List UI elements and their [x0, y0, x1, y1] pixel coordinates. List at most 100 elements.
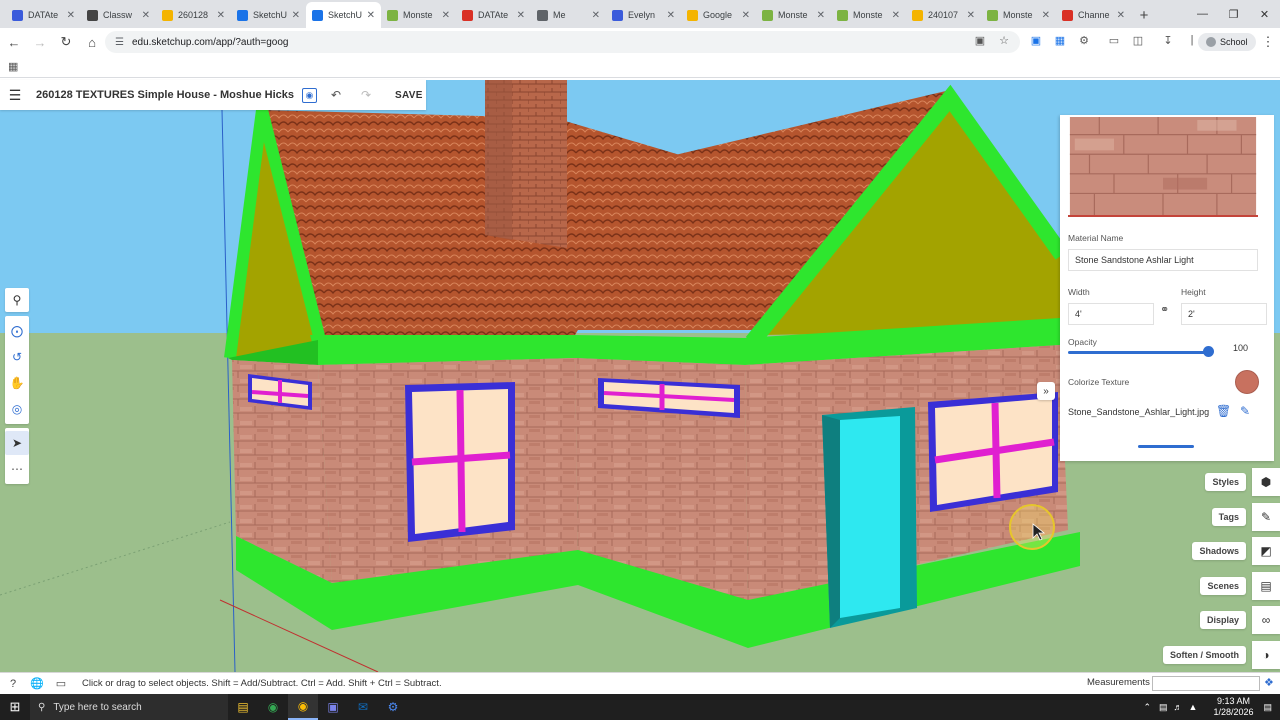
width-field[interactable]: 4' [1068, 303, 1154, 325]
collapse-panel-icon[interactable]: » [1037, 382, 1055, 400]
tray-item[interactable]: Styles ⬢ [1205, 468, 1280, 496]
windows-start-icon[interactable]: ⊞ [0, 699, 30, 715]
browser-tab[interactable]: Google ✕ [681, 2, 756, 28]
browser-tab[interactable]: Monste ✕ [381, 2, 456, 28]
browser-tab[interactable]: Evelyn ✕ [606, 2, 681, 28]
walk-icon[interactable]: ◎ [5, 397, 29, 421]
tab-close-icon[interactable]: ✕ [1117, 10, 1125, 21]
language-icon[interactable]: 🌐 [26, 673, 48, 695]
tray-item-label[interactable]: Tags [1211, 507, 1246, 526]
undo-icon[interactable]: ↶ [325, 84, 347, 106]
network-icon[interactable]: ▤ [1159, 702, 1168, 713]
opacity-field[interactable]: 100 [1227, 337, 1259, 359]
tab-close-icon[interactable]: ✕ [517, 10, 525, 21]
outlook-icon[interactable]: ✉ [348, 694, 378, 720]
tab-close-icon[interactable]: ✕ [742, 10, 750, 21]
orbit-icon[interactable]: ↺ [5, 345, 29, 369]
address-bar[interactable]: ☰ edu.sketchup.com/app/?auth=goog [105, 31, 1020, 53]
browser-tab[interactable]: DATAte ✕ [456, 2, 531, 28]
extension-b-icon[interactable]: ▦ [1050, 30, 1070, 50]
redo-icon[interactable]: ↷ [355, 84, 377, 106]
opacity-slider-handle[interactable] [1203, 346, 1214, 357]
more-tools-icon[interactable]: ⋯ [5, 457, 29, 481]
tab-close-icon[interactable]: ✕ [67, 10, 75, 21]
tab-close-icon[interactable]: ✕ [892, 10, 900, 21]
split-view-icon[interactable]: ◫ [1128, 30, 1148, 50]
scenes-icon[interactable]: ▤ [1252, 571, 1280, 600]
opacity-slider[interactable] [1068, 351, 1208, 354]
browser-tab[interactable]: 260128 ✕ [156, 2, 231, 28]
home-icon[interactable]: ⌂ [80, 30, 104, 54]
minimize-icon[interactable]: — [1187, 0, 1218, 28]
wifi-icon[interactable]: ▲ [1189, 702, 1198, 712]
panel-scroll-indicator[interactable] [1138, 445, 1194, 448]
browser-tab[interactable]: Channe ✕ [1056, 2, 1131, 28]
browser-tab[interactable]: Me ✕ [531, 2, 606, 28]
styles-icon[interactable]: ⬢ [1252, 468, 1280, 496]
new-tab-icon[interactable]: + [1131, 2, 1157, 28]
browser-tab[interactable]: SketchU ✕ [306, 2, 381, 28]
tags-icon[interactable]: ✎ [1252, 502, 1280, 531]
extension-a-icon[interactable]: ▣ [1026, 30, 1046, 50]
back-icon[interactable]: ← [2, 30, 26, 54]
chrome-active-icon[interactable]: ◉ [288, 694, 318, 720]
trash-icon[interactable]: 🗑 [1216, 404, 1231, 418]
tab-close-icon[interactable]: ✕ [817, 10, 825, 21]
height-field[interactable]: 2' [1181, 303, 1267, 325]
tray-item-label[interactable]: Shadows [1192, 542, 1246, 561]
help-icon[interactable]: ? [2, 673, 24, 695]
instructor-icon[interactable]: ▭ [50, 673, 72, 695]
notifications-icon[interactable]: ▤ [1263, 702, 1272, 713]
tray-item-label[interactable]: Scenes [1200, 576, 1246, 595]
browser-tab[interactable]: SketchU ✕ [231, 2, 306, 28]
tab-close-icon[interactable]: ✕ [142, 10, 150, 21]
select-arrow-icon[interactable]: ➤ [5, 431, 29, 455]
cast-icon[interactable]: ▭ [1104, 30, 1124, 50]
colorize-color-swatch[interactable] [1235, 370, 1259, 394]
bookmark-star-icon[interactable]: ☆ [994, 30, 1014, 50]
browser-tab[interactable]: 240107 ✕ [906, 2, 981, 28]
taskbar-search[interactable]: ⚲ Type here to search [30, 694, 228, 720]
tray-item-label[interactable]: Styles [1205, 473, 1246, 491]
pan-icon[interactable]: ✋ [5, 371, 29, 395]
shadows-icon[interactable]: ◩ [1252, 537, 1280, 566]
forward-icon[interactable]: → [28, 30, 52, 54]
volume-icon[interactable]: ♬ [1174, 702, 1183, 712]
chrome-icon[interactable]: ◉ [258, 694, 288, 720]
site-info-icon[interactable]: ☰ [115, 37, 124, 48]
tray-item[interactable]: Scenes ▤ [1200, 571, 1280, 600]
browser-tab[interactable]: DATAte ✕ [6, 2, 81, 28]
tab-close-icon[interactable]: ✕ [592, 10, 600, 21]
download-icon[interactable]: ↧ [1158, 30, 1178, 50]
browser-tab[interactable]: Classw ✕ [81, 2, 156, 28]
apps-grid-icon[interactable]: ▦ [8, 60, 18, 73]
screenshot-icon[interactable]: ◉ [301, 87, 317, 103]
tab-close-icon[interactable]: ✕ [667, 10, 675, 21]
tab-close-icon[interactable]: ✕ [1042, 10, 1050, 21]
tray-item[interactable]: Soften / Smooth ◑ [1163, 641, 1280, 669]
browser-menu-icon[interactable]: ⋮ [1256, 30, 1280, 54]
edit-texture-icon[interactable]: ✎ [1240, 404, 1250, 418]
tray-item-label[interactable]: Display [1199, 611, 1246, 630]
profile-chip[interactable]: School [1198, 33, 1256, 51]
install-app-icon[interactable]: ▣ [970, 30, 990, 50]
browser-tab[interactable]: Monste ✕ [756, 2, 831, 28]
material-name-field[interactable]: Stone Sandstone Ashlar Light [1068, 249, 1258, 271]
tray-chevron-icon[interactable]: ⌃ [1143, 702, 1151, 713]
teams-icon[interactable]: ▣ [318, 694, 348, 720]
lock-aspect-icon[interactable]: ⚭ [1160, 303, 1169, 316]
tab-close-icon[interactable]: ✕ [367, 10, 375, 21]
close-window-icon[interactable]: ✕ [1249, 0, 1280, 28]
main-menu-icon[interactable]: ☰ [0, 87, 30, 104]
search-tool-icon[interactable]: ⚲ [5, 288, 29, 312]
measurements-input[interactable] [1152, 676, 1260, 691]
model-title[interactable]: 260128 TEXTURES Simple House - Moshue Hi… [36, 89, 294, 101]
tab-close-icon[interactable]: ✕ [217, 10, 225, 21]
tray-item[interactable]: Shadows ◩ [1192, 537, 1280, 566]
tab-close-icon[interactable]: ✕ [292, 10, 300, 21]
extensions-puzzle-icon[interactable]: ⚙ [1074, 30, 1094, 50]
display-icon[interactable]: ∞ [1252, 606, 1280, 635]
tab-close-icon[interactable]: ✕ [967, 10, 975, 21]
reload-icon[interactable]: ↻ [54, 30, 78, 54]
save-button[interactable]: SAVE [395, 90, 423, 101]
